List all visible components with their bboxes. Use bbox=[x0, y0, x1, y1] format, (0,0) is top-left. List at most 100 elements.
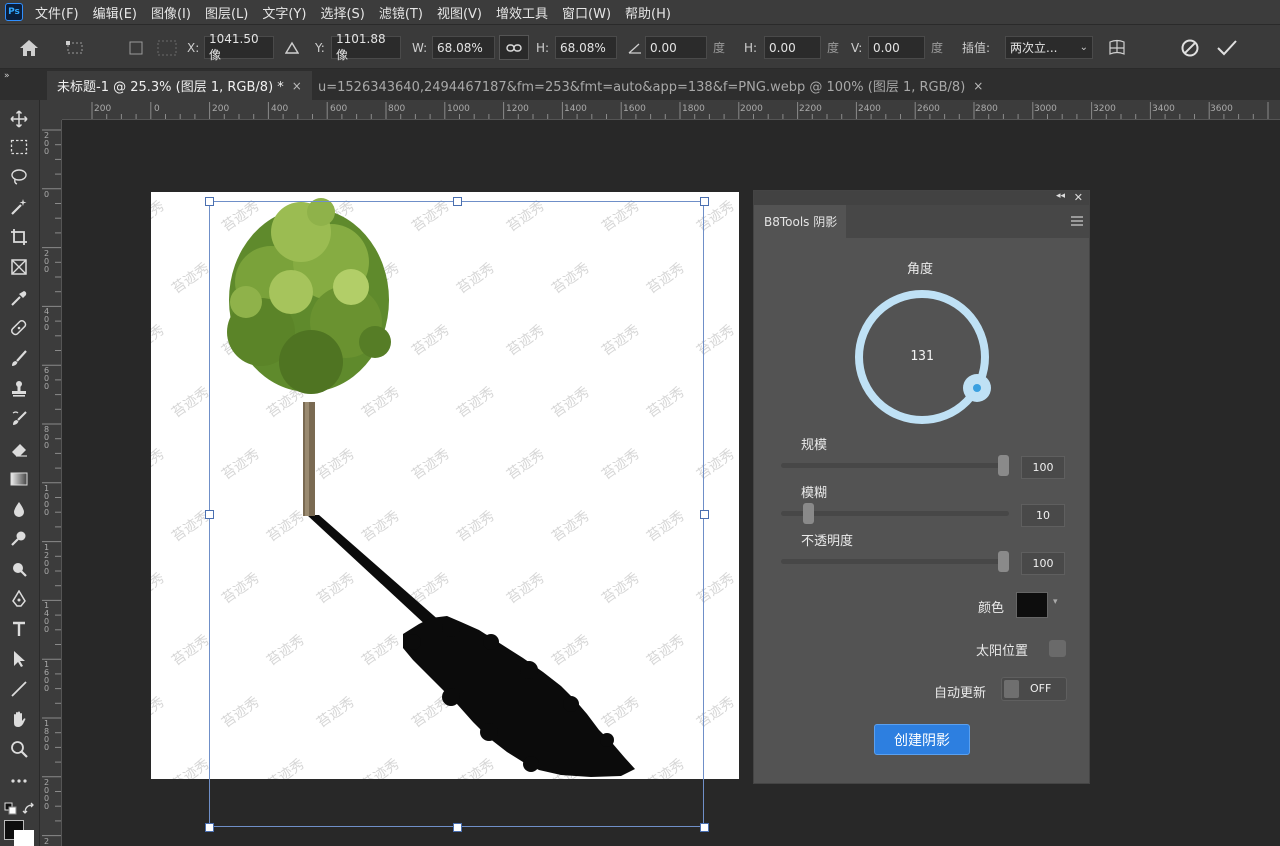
transform-handle-top-left[interactable] bbox=[205, 197, 214, 206]
menu-plugins[interactable]: 增效工具 bbox=[496, 3, 548, 22]
rotate-field[interactable]: 0.00 bbox=[645, 36, 707, 59]
tab-webp-image[interactable]: u=1526343640,2494467187&fm=253&fmt=auto&… bbox=[308, 71, 993, 100]
opacity-value-field[interactable]: 100 bbox=[1021, 552, 1065, 575]
menu-edit[interactable]: 编辑(E) bbox=[93, 3, 137, 22]
transform-handle-bottom-right[interactable] bbox=[700, 823, 709, 832]
hskew-field[interactable]: 0.00 bbox=[764, 36, 821, 59]
width-field[interactable]: 68.08% bbox=[432, 36, 495, 59]
collapse-panels-icon[interactable]: » bbox=[4, 71, 10, 81]
close-icon[interactable]: × bbox=[973, 79, 983, 93]
warp-icon[interactable] bbox=[1107, 25, 1127, 70]
menu-file[interactable]: 文件(F) bbox=[35, 3, 79, 22]
gradient-tool-icon[interactable] bbox=[8, 468, 30, 490]
menu-layer[interactable]: 图层(L) bbox=[205, 3, 248, 22]
panel-menu-icon[interactable] bbox=[1071, 215, 1083, 229]
transform-handle-bottom[interactable] bbox=[453, 823, 462, 832]
blur-value-field[interactable]: 10 bbox=[1021, 504, 1065, 527]
vskew-unit: 度 bbox=[931, 41, 944, 55]
transform-handle-bottom-left[interactable] bbox=[205, 823, 214, 832]
swap-colors-icon[interactable] bbox=[18, 798, 40, 820]
tab-bbtools-shadow[interactable]: B8Tools 阴影 bbox=[754, 205, 846, 238]
y-position-field[interactable]: 1101.88 像 bbox=[331, 32, 401, 62]
ruler-label: 600 bbox=[330, 104, 348, 114]
interpolation-select[interactable]: 两次立... ⌄ bbox=[1005, 36, 1093, 59]
clone-stamp-tool-icon[interactable] bbox=[8, 378, 30, 400]
eyedropper-tool-icon[interactable] bbox=[8, 287, 30, 309]
hand-tool-icon[interactable] bbox=[8, 708, 30, 730]
angle-dial-knob[interactable] bbox=[963, 373, 992, 402]
transform-handle-left[interactable] bbox=[205, 510, 214, 519]
vertical-ruler[interactable]: 200 0 200 400 600 800 1000 1200 1400 1600 1800 2000… bbox=[40, 120, 62, 846]
scale-slider-thumb[interactable] bbox=[998, 455, 1009, 476]
sponge-tool-icon[interactable] bbox=[8, 558, 30, 580]
reference-checkbox[interactable] bbox=[129, 25, 143, 70]
vskew-field[interactable]: 0.00 bbox=[868, 36, 925, 59]
blur-tool-icon[interactable] bbox=[8, 498, 30, 520]
cancel-transform-icon[interactable] bbox=[1180, 25, 1200, 70]
transform-bounding-box[interactable] bbox=[209, 201, 704, 827]
background-color-swatch[interactable] bbox=[14, 830, 34, 846]
angle-value: 131 bbox=[910, 349, 934, 364]
create-shadow-button[interactable]: 创建阴影 bbox=[874, 724, 970, 755]
height-field[interactable]: 68.08% bbox=[555, 36, 617, 59]
width-label: W: bbox=[412, 40, 428, 55]
menu-window[interactable]: 窗口(W) bbox=[562, 3, 611, 22]
link-proportions-icon[interactable] bbox=[499, 35, 529, 60]
ruler-label: 1600 bbox=[44, 660, 50, 694]
tab-untitled-1[interactable]: 未标题-1 @ 25.3% (图层 1, RGB/8) * × bbox=[47, 71, 312, 100]
menu-filter[interactable]: 滤镜(T) bbox=[379, 3, 423, 22]
commit-transform-icon[interactable] bbox=[1216, 25, 1238, 70]
color-dropdown-icon[interactable]: ▾ bbox=[1053, 597, 1058, 607]
dodge-tool-icon[interactable] bbox=[8, 528, 30, 550]
sun-position-checkbox[interactable] bbox=[1049, 640, 1066, 657]
panel-title-bar: ◂◂ ✕ bbox=[754, 191, 1089, 205]
reference-point-icon[interactable] bbox=[66, 25, 88, 70]
home-icon[interactable] bbox=[18, 25, 40, 70]
history-brush-tool-icon[interactable] bbox=[8, 408, 30, 430]
lasso-tool-icon[interactable] bbox=[8, 166, 30, 188]
shadow-color-swatch[interactable] bbox=[1016, 592, 1048, 618]
more-tools-icon[interactable] bbox=[8, 770, 30, 792]
crop-tool-icon[interactable] bbox=[8, 226, 30, 248]
menu-view[interactable]: 视图(V) bbox=[437, 3, 482, 22]
auto-update-toggle[interactable]: OFF bbox=[1001, 677, 1067, 701]
watermark-text: 苔迹秀 bbox=[151, 693, 168, 731]
x-label: X: bbox=[187, 40, 200, 55]
brush-tool-icon[interactable] bbox=[8, 348, 30, 370]
menu-image[interactable]: 图像(I) bbox=[151, 3, 191, 22]
watermark-text: 苔迹秀 bbox=[169, 383, 213, 421]
close-icon[interactable]: ✕ bbox=[1074, 191, 1083, 204]
x-position-field[interactable]: 1041.50 像 bbox=[204, 32, 274, 62]
path-selection-tool-icon[interactable] bbox=[8, 648, 30, 670]
opacity-slider-thumb[interactable] bbox=[998, 551, 1009, 572]
blur-label: 模糊 bbox=[801, 486, 828, 501]
magic-wand-tool-icon[interactable] bbox=[8, 196, 30, 218]
ruler-label: 1400 bbox=[564, 104, 587, 114]
transform-handle-right[interactable] bbox=[700, 510, 709, 519]
scale-value-field[interactable]: 100 bbox=[1021, 456, 1065, 479]
collapse-panel-icon[interactable]: ◂◂ bbox=[1056, 191, 1065, 201]
menu-select[interactable]: 选择(S) bbox=[320, 3, 364, 22]
zoom-tool-icon[interactable] bbox=[8, 738, 30, 760]
blur-slider-thumb[interactable] bbox=[802, 503, 814, 524]
angle-dial[interactable]: 131 bbox=[852, 287, 992, 427]
blur-slider-track[interactable] bbox=[781, 511, 1009, 516]
close-icon[interactable]: × bbox=[292, 79, 302, 93]
transform-handle-top[interactable] bbox=[453, 197, 462, 206]
menu-help[interactable]: 帮助(H) bbox=[625, 3, 671, 22]
healing-brush-tool-icon[interactable] bbox=[8, 317, 30, 339]
pen-tool-icon[interactable] bbox=[8, 588, 30, 610]
frame-tool-icon[interactable] bbox=[8, 256, 30, 278]
ruler-label: 800 bbox=[44, 425, 50, 450]
opacity-slider-track[interactable] bbox=[781, 559, 1009, 564]
scale-slider-track[interactable] bbox=[781, 463, 1009, 468]
line-tool-icon[interactable] bbox=[8, 678, 30, 700]
transform-handle-top-right[interactable] bbox=[700, 197, 709, 206]
move-tool-icon[interactable] bbox=[8, 108, 30, 130]
eraser-tool-icon[interactable] bbox=[8, 438, 30, 460]
menu-type[interactable]: 文字(Y) bbox=[262, 3, 306, 22]
type-tool-icon[interactable] bbox=[8, 618, 30, 640]
marquee-tool-icon[interactable] bbox=[8, 136, 30, 158]
horizontal-ruler[interactable]: 200 0 200 400 600 800 1000 1200 1400 160… bbox=[62, 100, 1280, 120]
delta-icon[interactable] bbox=[285, 25, 299, 70]
